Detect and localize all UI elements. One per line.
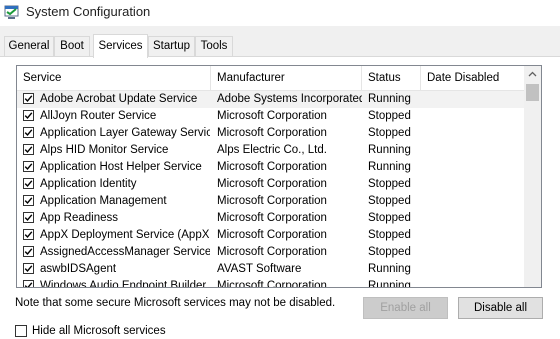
column-header-status[interactable]: Status [362,66,421,90]
service-status: Running [368,161,411,173]
service-checkbox[interactable] [23,263,34,274]
scroll-up-icon[interactable] [524,66,541,83]
service-status: Stopped [368,178,411,190]
services-rows: Adobe Acrobat Update Service Adobe System… [17,91,525,288]
tab-general[interactable]: General [4,36,54,56]
service-manufacturer: Microsoft Corporation [217,178,327,190]
secure-services-note: Note that some secure Microsoft services… [15,297,336,309]
hide-microsoft-services-checkbox[interactable] [15,325,27,337]
tab-boot[interactable]: Boot [54,36,90,56]
service-checkbox[interactable] [23,144,34,155]
service-status: Stopped [368,110,411,122]
service-checkbox[interactable] [23,195,34,206]
column-header-date-disabled[interactable]: Date Disabled [421,66,525,90]
service-manufacturer: Adobe Systems Incorporated [217,93,362,105]
tab-strip: General Boot Services Startup Tools [0,26,560,58]
service-checkbox[interactable] [23,229,34,240]
service-status: Running [368,280,411,288]
service-checkbox[interactable] [23,161,34,172]
checkmark-icon [24,231,33,239]
hide-microsoft-services-label[interactable]: Hide all Microsoft services [32,323,166,339]
service-row[interactable]: Application Management Microsoft Corporat… [17,193,525,210]
vertical-scrollbar[interactable] [524,66,541,287]
service-manufacturer: Alps Electric Co., Ltd. [217,144,327,156]
service-row[interactable]: AssignedAccessManager Service Microsoft C… [17,244,525,261]
service-manufacturer: Microsoft Corporation [217,212,327,224]
scrollbar-thumb[interactable] [526,84,539,101]
service-manufacturer: Microsoft Corporation [217,127,327,139]
service-name: Adobe Acrobat Update Service [40,93,198,105]
service-status: Stopped [368,127,411,139]
checkmark-icon [24,95,33,103]
service-status: Running [368,263,411,275]
service-name: Application Host Helper Service [40,161,202,173]
checkmark-icon [24,163,33,171]
checkmark-icon [24,112,33,120]
service-row[interactable]: Application Layer Gateway Service Microso… [17,125,525,142]
service-checkbox[interactable] [23,127,34,138]
service-status: Stopped [368,212,411,224]
service-manufacturer: Microsoft Corporation [217,229,327,241]
tab-tools[interactable]: Tools [195,36,233,56]
service-checkbox[interactable] [23,212,34,223]
checkmark-icon [24,180,33,188]
service-name: Windows Audio Endpoint Builder [40,280,207,288]
checkmark-icon [24,214,33,222]
tab-services[interactable]: Services [93,34,148,58]
checkmark-icon [24,282,33,287]
service-row[interactable]: Windows Audio Endpoint Builder Microsoft … [17,278,525,288]
column-header-manufacturer[interactable]: Manufacturer [211,66,362,90]
disable-all-button[interactable]: Disable all [458,297,543,319]
service-manufacturer: AVAST Software [217,263,302,275]
service-name: AssignedAccessManager Service [40,246,210,258]
service-name: AllJoyn Router Service [40,110,157,122]
service-name: App Readiness [40,212,118,224]
enable-all-button[interactable]: Enable all [363,297,448,319]
checkmark-icon [24,129,33,137]
service-manufacturer: Microsoft Corporation [217,195,327,207]
service-checkbox[interactable] [23,178,34,189]
checkmark-icon [24,265,33,273]
service-row[interactable]: Application Host Helper Service Microsoft… [17,159,525,176]
service-row[interactable]: Application Identity Microsoft Corporatio… [17,176,525,193]
service-checkbox[interactable] [23,246,34,257]
checkmark-icon [24,248,33,256]
service-manufacturer: Microsoft Corporation [217,246,327,258]
service-manufacturer: Microsoft Corporation [217,161,327,173]
service-row[interactable]: Alps HID Monitor Service Alps Electric Co… [17,142,525,159]
checkmark-icon [24,146,33,154]
service-status: Stopped [368,195,411,207]
service-checkbox[interactable] [23,110,34,121]
service-name: AppX Deployment Service (AppX... [40,229,210,241]
service-name: Application Identity [40,178,137,190]
service-row[interactable]: AppX Deployment Service (AppX... Microsof… [17,227,525,244]
tab-startup[interactable]: Startup [148,36,195,56]
service-status: Running [368,144,411,156]
column-header-service[interactable]: Service [17,66,211,90]
service-row[interactable]: App Readiness Microsoft Corporation Stoppe… [17,210,525,227]
list-header: Service Manufacturer Status Date Disable… [17,66,541,91]
service-row[interactable]: AllJoyn Router Service Microsoft Corporat… [17,108,525,125]
checkmark-icon [24,197,33,205]
service-status: Stopped [368,246,411,258]
service-status: Running [368,93,411,105]
window-title: System Configuration [26,4,151,19]
service-name: Application Management [40,195,167,207]
service-row[interactable]: aswbIDSAgent AVAST Software Running [17,261,525,278]
service-checkbox[interactable] [23,93,34,104]
services-panel: Service Manufacturer Status Date Disable… [0,56,560,337]
service-name: Application Layer Gateway Service [40,127,210,139]
title-bar: System Configuration [0,0,560,26]
service-checkbox[interactable] [23,280,34,287]
service-row[interactable]: Adobe Acrobat Update Service Adobe System… [17,91,525,108]
services-list[interactable]: Service Manufacturer Status Date Disable… [16,65,542,288]
msconfig-icon [4,4,20,20]
service-name: Alps HID Monitor Service [40,144,169,156]
service-manufacturer: Microsoft Corporation [217,280,327,288]
service-name: aswbIDSAgent [40,263,117,275]
service-manufacturer: Microsoft Corporation [217,110,327,122]
service-status: Stopped [368,229,411,241]
